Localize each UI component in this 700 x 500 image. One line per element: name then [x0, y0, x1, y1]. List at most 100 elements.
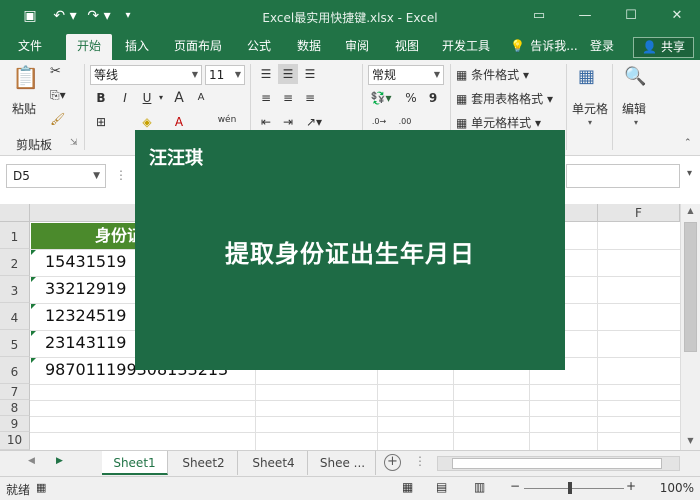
formula-input[interactable] — [566, 164, 680, 188]
select-all-button[interactable] — [0, 204, 30, 222]
scroll-down-icon[interactable]: ▼ — [681, 436, 700, 445]
tab-data[interactable]: 数据 — [288, 34, 330, 60]
share-button[interactable]: 👤 共享 — [633, 37, 694, 58]
shrink-font-button[interactable]: A — [192, 88, 210, 108]
zoom-level[interactable]: 100% — [660, 481, 694, 495]
border-icon[interactable]: ⊞ — [92, 112, 110, 132]
sheet-tab-sheet2[interactable]: Sheet2 — [170, 451, 238, 475]
paste-button[interactable]: 粘贴 — [12, 100, 36, 117]
row-header-4[interactable]: 4 — [0, 303, 30, 330]
tell-me-box[interactable]: 告诉我... — [526, 34, 582, 60]
bold-button[interactable]: B — [92, 88, 110, 108]
prev-sheet-icon[interactable]: ◀ — [28, 456, 35, 466]
new-sheet-button[interactable]: + — [384, 454, 401, 471]
sheet-tab-sheet1[interactable]: Sheet1 — [102, 451, 168, 475]
page-break-view-icon[interactable]: ▥ — [474, 480, 485, 494]
horizontal-scroll-thumb[interactable] — [452, 458, 662, 469]
font-color-icon[interactable]: A — [170, 112, 188, 132]
close-button[interactable]: ✕ — [662, 5, 692, 27]
next-sheet-icon[interactable]: ▶ — [56, 456, 63, 466]
align-top-icon[interactable]: ☰ — [256, 64, 276, 84]
align-left-icon[interactable]: ≡ — [256, 88, 276, 108]
tab-view[interactable]: 视图 — [386, 34, 428, 60]
orientation-icon[interactable]: ↗▾ — [302, 112, 326, 132]
decrease-indent-icon[interactable]: ⇤ — [256, 112, 276, 132]
paste-icon[interactable]: 📋 — [12, 66, 39, 91]
tab-formulas[interactable]: 公式 — [238, 34, 280, 60]
expand-formula-bar-icon[interactable]: ▾ — [687, 168, 692, 179]
cells-dropdown-icon[interactable]: ▾ — [588, 118, 592, 127]
format-as-table-button[interactable]: ▦ 套用表格格式 ▾ — [456, 90, 553, 107]
clipboard-launcher-icon[interactable]: ⇲ — [70, 138, 78, 148]
tab-split-handle-icon[interactable]: ⋮ — [414, 454, 426, 468]
page-layout-view-icon[interactable]: ▤ — [436, 480, 447, 494]
macro-record-icon[interactable]: ▦ — [36, 481, 46, 494]
number-format-combo[interactable]: 常规 ▼ — [368, 65, 444, 85]
tab-file[interactable]: 文件 — [8, 34, 52, 60]
cells-icon[interactable]: ▦ — [578, 66, 595, 87]
cut-icon[interactable]: ✂ — [50, 64, 61, 79]
column-header-f[interactable]: F — [598, 204, 680, 222]
tab-page-layout[interactable]: 页面布局 — [166, 34, 230, 60]
scroll-up-icon[interactable]: ▲ — [681, 206, 700, 215]
horizontal-scrollbar[interactable] — [437, 456, 680, 471]
share-label: 共享 — [660, 40, 685, 54]
fill-color-icon[interactable]: ◈ — [136, 112, 158, 132]
tab-review[interactable]: 审阅 — [336, 34, 378, 60]
row-header-10[interactable]: 10 — [0, 432, 30, 450]
align-middle-icon[interactable]: ☰ — [278, 64, 298, 84]
align-right-icon[interactable]: ≡ — [300, 88, 320, 108]
lightbulb-icon: 💡 — [510, 39, 525, 53]
zoom-out-icon[interactable]: − — [510, 479, 520, 493]
maximize-button[interactable]: ☐ — [616, 5, 646, 27]
zoom-in-icon[interactable]: + — [626, 479, 636, 493]
search-icon[interactable]: 🔍 — [624, 66, 646, 87]
tab-insert[interactable]: 插入 — [116, 34, 158, 60]
minimize-button[interactable]: — — [570, 5, 600, 27]
row-header-9[interactable]: 9 — [0, 416, 30, 432]
overlay-author: 汪汪琪 — [149, 148, 203, 169]
vertical-scroll-thumb[interactable] — [684, 222, 697, 352]
normal-view-icon[interactable]: ▦ — [402, 480, 413, 494]
copy-icon[interactable]: ⎘▾ — [50, 88, 66, 103]
increase-indent-icon[interactable]: ⇥ — [278, 112, 298, 132]
conditional-format-button[interactable]: ▦ 条件格式 ▾ — [456, 66, 529, 83]
row-header-3[interactable]: 3 — [0, 276, 30, 303]
increase-decimal-icon[interactable]: .0→ — [368, 112, 390, 132]
ribbon-display-options-icon[interactable]: ▭ — [524, 5, 554, 27]
comma-style-button[interactable]: 9 — [424, 88, 442, 108]
decrease-decimal-icon[interactable]: .00 — [394, 112, 416, 132]
phonetic-guide-button[interactable]: wén — [214, 110, 240, 130]
zoom-slider-thumb[interactable] — [568, 482, 572, 494]
row-header-7[interactable]: 7 — [0, 384, 30, 400]
underline-button[interactable]: U — [138, 88, 156, 108]
underline-dropdown-icon[interactable]: ▾ — [156, 88, 166, 108]
zoom-slider[interactable] — [524, 488, 624, 489]
format-painter-icon[interactable]: 🖌 — [50, 112, 65, 126]
sheet-tab-more[interactable]: Shee ... — [310, 451, 376, 475]
align-center-icon[interactable]: ≡ — [278, 88, 298, 108]
tab-developer[interactable]: 开发工具 — [436, 34, 496, 60]
row-header-1[interactable]: 1 — [0, 222, 30, 249]
tab-home[interactable]: 开始 — [66, 34, 112, 60]
align-bottom-icon[interactable]: ☰ — [300, 64, 320, 84]
percent-button[interactable]: % — [402, 88, 420, 108]
vertical-scrollbar[interactable]: ▲ ▼ — [680, 204, 700, 450]
accounting-format-icon[interactable]: 💱▾ — [368, 88, 394, 108]
row-header-2[interactable]: 2 — [0, 249, 30, 276]
italic-button[interactable]: I — [116, 88, 134, 108]
row-header-5[interactable]: 5 — [0, 330, 30, 357]
name-box[interactable]: D5 ▼ — [6, 164, 106, 188]
sign-in-link[interactable]: 登录 — [586, 34, 618, 60]
sheet-tab-sheet4[interactable]: Sheet4 — [240, 451, 308, 475]
font-size-combo[interactable]: 11 ▼ — [205, 65, 245, 85]
cells-button[interactable]: 单元格 — [572, 100, 608, 117]
row-header-6[interactable]: 6 — [0, 357, 30, 384]
row-header-8[interactable]: 8 — [0, 400, 30, 416]
cell-styles-button[interactable]: ▦ 单元格样式 ▾ — [456, 114, 541, 131]
editing-button[interactable]: 编辑 — [622, 100, 646, 117]
editing-dropdown-icon[interactable]: ▾ — [634, 118, 638, 127]
grow-font-button[interactable]: A — [170, 88, 188, 108]
font-name-combo[interactable]: 等线 ▼ — [90, 65, 202, 85]
collapse-ribbon-icon[interactable]: ⌃ — [684, 138, 692, 148]
